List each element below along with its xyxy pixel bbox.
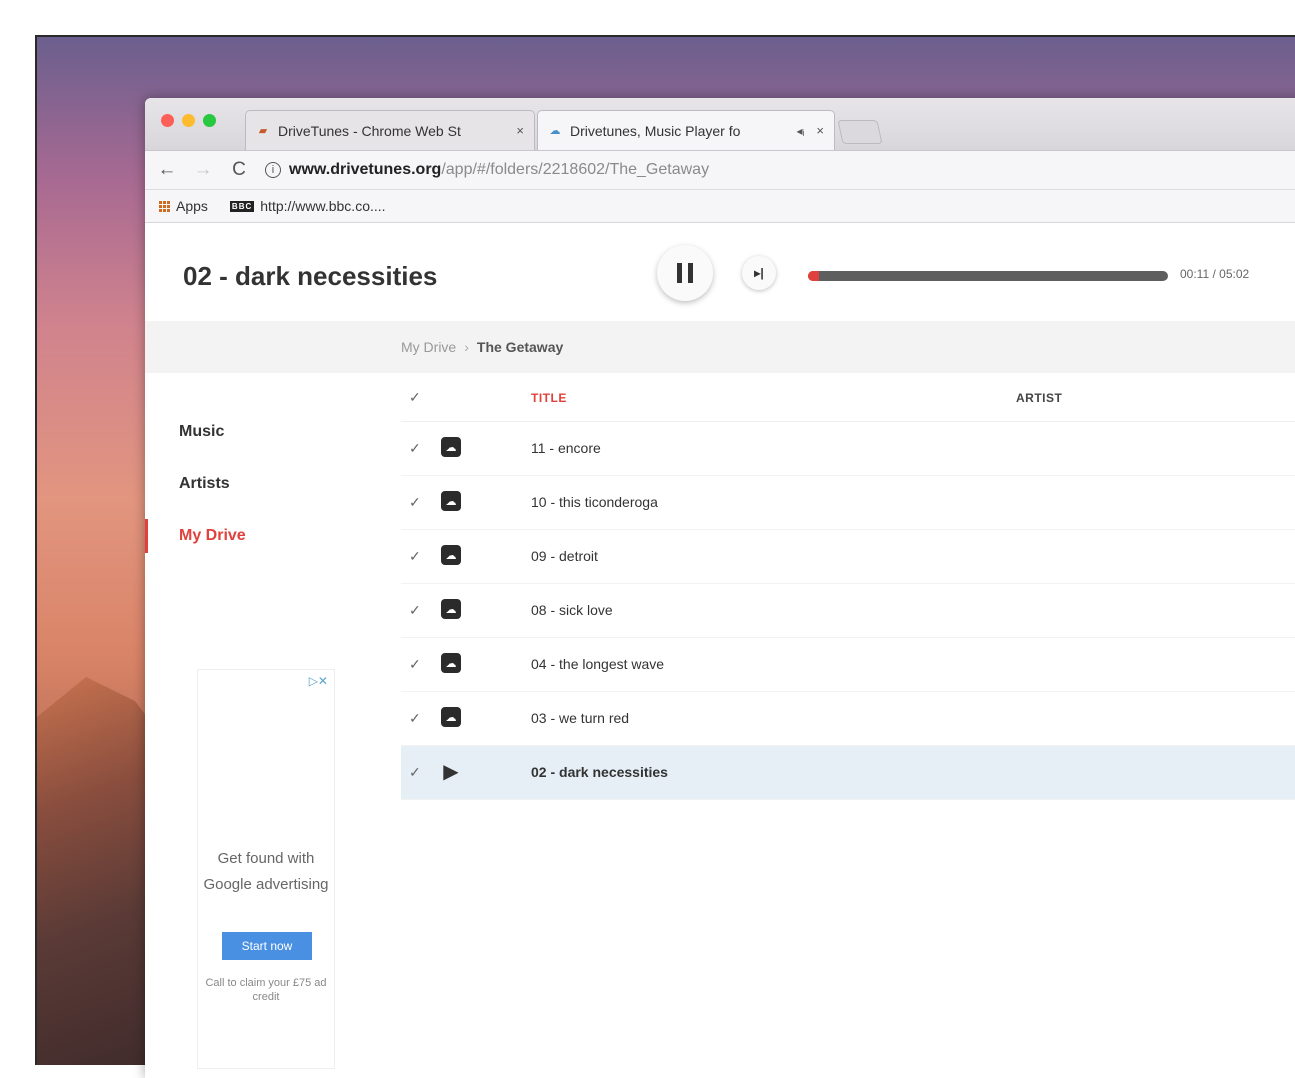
bookmarks-bar: Apps BBC http://www.bbc.co.... — [145, 190, 1295, 223]
table-row[interactable]: ✓ ☁ 11 - encore — [401, 422, 1295, 476]
track-title: 09 - detroit — [531, 548, 598, 564]
store-favicon-icon: ▰ — [258, 125, 268, 137]
track-title: 10 - this ticonderoga — [531, 494, 658, 510]
skip-next-button[interactable]: ▸| — [742, 256, 776, 290]
tab-drivetunes[interactable]: ☁ Drivetunes, Music Player fo ◂ᵢ × — [537, 110, 835, 150]
close-window-button[interactable] — [161, 114, 174, 127]
cloud-icon: ☁ — [441, 653, 461, 673]
track-list: ✓ TITLE ARTIST ✓ ☁ 11 - encore ✓ ☁ 10 - this … — [401, 373, 1295, 800]
tab-chrome-web-store[interactable]: ▰ DriveTunes - Chrome Web St × — [245, 110, 535, 150]
table-row[interactable]: ✓ ☁ 04 - the longest wave — [401, 638, 1295, 692]
cloud-icon: ☁ — [441, 437, 461, 457]
track-title: 11 - encore — [531, 440, 601, 456]
track-list-header: ✓ TITLE ARTIST — [401, 373, 1295, 422]
bookmark-bbc[interactable]: BBC http://www.bbc.co.... — [229, 198, 386, 214]
track-title: 03 - we turn red — [531, 710, 630, 726]
row-checkbox[interactable]: ✓ — [409, 764, 421, 781]
cloud-icon: ☁ — [441, 545, 461, 565]
url-domain: www.drivetunes.org — [289, 161, 442, 178]
row-checkbox[interactable]: ✓ — [409, 494, 421, 511]
main-area: Music Artists My Drive ▷✕ Get found with… — [145, 373, 1295, 1073]
play-icon: ▶ — [443, 760, 459, 783]
column-title[interactable]: TITLE — [531, 391, 567, 405]
apps-grid-icon — [159, 200, 170, 212]
cloud-icon: ☁ — [441, 491, 461, 511]
url-path: /app/#/folders/2218602/The_Getaway — [441, 161, 710, 178]
row-checkbox[interactable]: ✓ — [409, 548, 421, 565]
row-checkbox[interactable]: ✓ — [409, 602, 421, 619]
active-indicator — [145, 519, 148, 553]
tab-close-icon[interactable]: × — [516, 123, 524, 138]
now-playing-title: 02 - dark necessities — [183, 261, 438, 291]
ad-text: Get found with Google advertising — [203, 850, 329, 893]
bookmark-label: http://www.bbc.co.... — [260, 198, 386, 214]
site-info-icon[interactable]: i — [265, 162, 281, 178]
back-icon[interactable]: ← — [157, 159, 177, 181]
track-title: 08 - sick love — [531, 602, 613, 618]
cloud-icon: ☁ — [441, 599, 461, 619]
row-checkbox[interactable]: ✓ — [409, 656, 421, 673]
sidebar-item-artists[interactable]: Artists — [179, 475, 230, 493]
bbc-favicon-icon: BBC — [229, 200, 255, 212]
new-tab-button[interactable] — [837, 120, 883, 144]
tab-label: DriveTunes - Chrome Web St — [278, 122, 461, 139]
tab-close-icon[interactable]: × — [816, 123, 824, 138]
minimize-window-button[interactable] — [182, 114, 195, 127]
breadcrumb-current: The Getaway — [476, 339, 564, 355]
bookmark-label: Apps — [176, 198, 208, 214]
progress-bar[interactable] — [808, 271, 1168, 281]
ad-small-text: Call to claim your £75 ad credit — [205, 977, 327, 1003]
skip-next-icon: ▸| — [754, 266, 764, 280]
adchoices-icon[interactable]: ▷✕ — [309, 674, 328, 688]
reload-icon[interactable]: C — [229, 159, 249, 181]
maximize-window-button[interactable] — [203, 114, 216, 127]
ad-start-button[interactable]: Start now — [222, 932, 312, 960]
sidebar-item-music[interactable]: Music — [179, 423, 224, 441]
breadcrumb: My Drive › The Getaway — [145, 321, 1295, 373]
sidebar-item-my-drive[interactable]: My Drive — [179, 527, 246, 545]
drivetunes-favicon-icon: ☁ — [549, 125, 561, 137]
progress-fill — [808, 271, 819, 281]
breadcrumb-separator: › — [464, 339, 469, 355]
playback-time: 00:11 / 05:02 — [1180, 267, 1250, 281]
table-row[interactable]: ✓ ☁ 08 - sick love — [401, 584, 1295, 638]
table-row[interactable]: ✓ ☁ 10 - this ticonderoga — [401, 476, 1295, 530]
table-row[interactable]: ✓ ▶ 02 - dark necessities — [401, 746, 1295, 800]
row-checkbox[interactable]: ✓ — [409, 440, 421, 457]
bookmark-apps[interactable]: Apps — [159, 198, 208, 214]
breadcrumb-root[interactable]: My Drive — [401, 339, 456, 355]
track-title: 04 - the longest wave — [531, 656, 665, 672]
tab-label: Drivetunes, Music Player fo — [570, 122, 741, 139]
select-all-checkbox[interactable]: ✓ — [409, 389, 421, 406]
browser-toolbar: ← → C i www.drivetunes.org/app/#/folders… — [145, 151, 1295, 190]
title-bar: ▰ DriveTunes - Chrome Web St × ☁ Drivetu… — [145, 98, 1295, 151]
sidebar: Music Artists My Drive ▷✕ Get found with… — [145, 373, 390, 1073]
advertisement[interactable]: ▷✕ Get found with Google advertising Sta… — [197, 669, 335, 1069]
pause-icon — [677, 263, 682, 283]
column-artist[interactable]: ARTIST — [1016, 391, 1062, 405]
track-title: 02 - dark necessities — [531, 764, 668, 780]
row-checkbox[interactable]: ✓ — [409, 710, 421, 727]
browser-window: ▰ DriveTunes - Chrome Web St × ☁ Drivetu… — [145, 98, 1295, 1078]
forward-icon[interactable]: → — [193, 159, 213, 181]
address-bar[interactable]: i www.drivetunes.org/app/#/folders/22186… — [265, 161, 709, 179]
table-row[interactable]: ✓ ☁ 09 - detroit — [401, 530, 1295, 584]
pause-button[interactable] — [657, 245, 713, 301]
audio-playing-icon: ◂ᵢ — [796, 123, 805, 138]
window-controls — [161, 114, 216, 127]
cloud-icon: ☁ — [441, 707, 461, 727]
table-row[interactable]: ✓ ☁ 03 - we turn red — [401, 692, 1295, 746]
player-header: 02 - dark necessities ▸| 00:11 / 05:02 — [145, 223, 1295, 321]
